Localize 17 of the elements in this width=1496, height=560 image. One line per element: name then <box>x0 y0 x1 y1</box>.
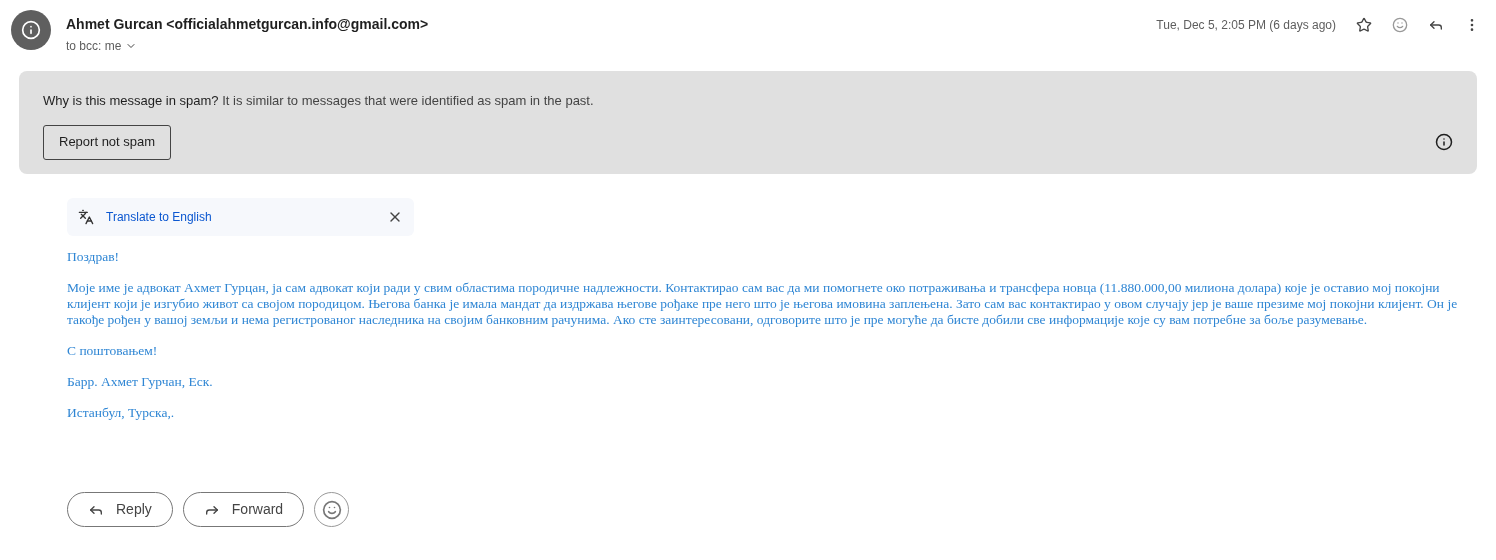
star-icon[interactable] <box>1356 17 1372 33</box>
avatar-icon <box>11 10 51 50</box>
sender-name: Ahmet Gurcan <officialahmetgurcan.info@gmail.com> <box>66 15 429 34</box>
date: Tue, Dec 5, 2:05 PM (6 days ago) <box>1156 17 1336 34</box>
message-paragraph: Истанбул, Турска,. <box>67 405 176 421</box>
translate-link[interactable]: Translate to English <box>106 208 212 226</box>
message-paragraph: Барр. Ахмет Гурчан, Еск. <box>67 374 214 390</box>
message-paragraph: Моје име је адвокат Ахмет Гурцан, ја сам адвокат који ради у свим областима породичне надлежности. Контактирао сам вас да ми помогнете око потраживања и трансфера новца (11.880.000,00 милиона долара) које је оставио мој покојни клијент који је изгубио живот са својом породицом. Његова банка је имала мандат да издржава његове рођаке пре него што је његова имовина заплењена. Зато сам вас контактирао у овом случају јер је ваше презиме мој покојни клијент. Он је такође рођен у вашој земљи и нема регистрованог наследника на својим банковним рачунима. Ако сте заинтересовани, одговорите што је пре могуће да бисте добили све информације које су вам потребне за боље разумевање. <box>67 280 1459 328</box>
translate-icon <box>78 209 94 225</box>
info-icon[interactable] <box>1435 133 1453 151</box>
recipients: to bcc: me <box>66 38 122 55</box>
smiley-icon <box>321 499 342 520</box>
spam-explanation: Why is this message in spam? It is similar to messages that were identified as spam in the past. <box>43 92 595 110</box>
emoji-icon[interactable] <box>1392 17 1408 33</box>
report-not-spam-button[interactable]: Report not spam <box>43 124 172 160</box>
message-paragraph: Поздрав! <box>67 249 121 265</box>
message-paragraph: С поштовањем! <box>67 343 159 359</box>
